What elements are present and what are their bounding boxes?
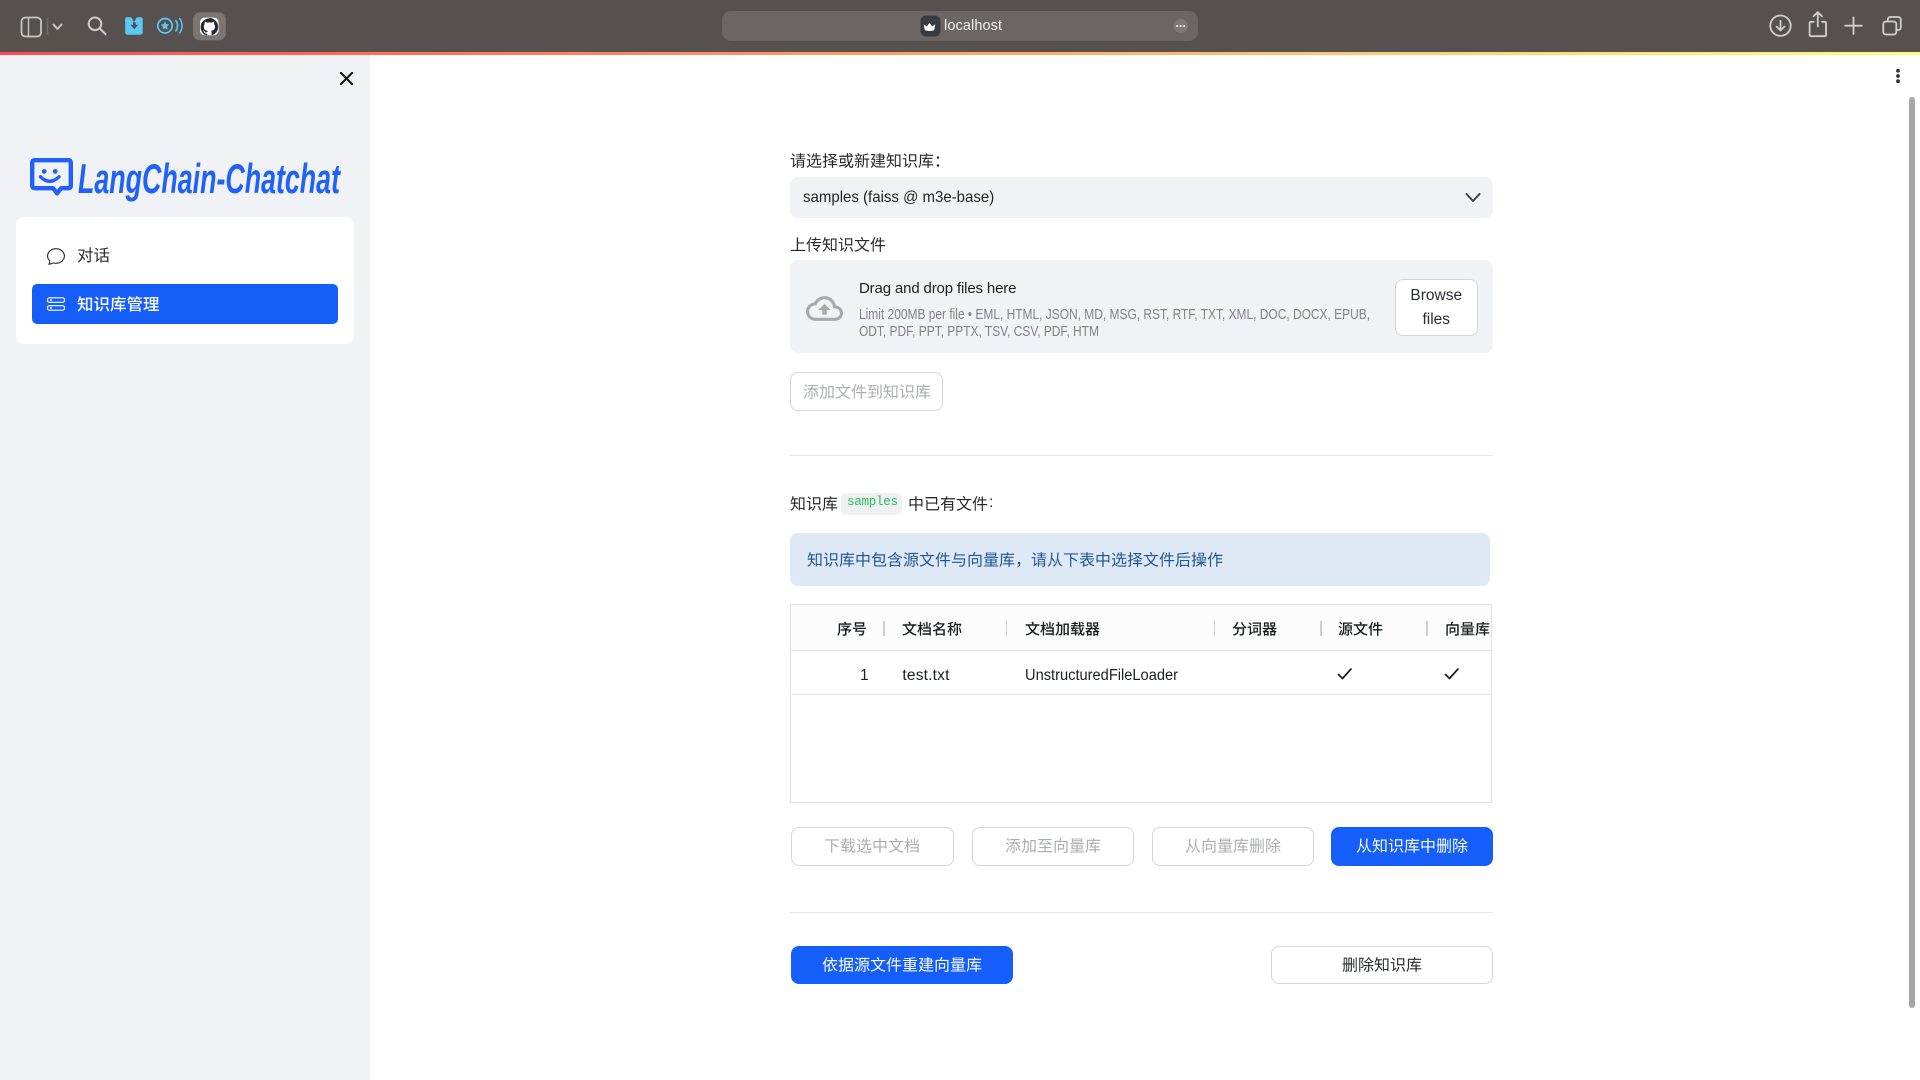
svg-text:LangChain-Chatchat: LangChain-Chatchat <box>78 155 341 202</box>
